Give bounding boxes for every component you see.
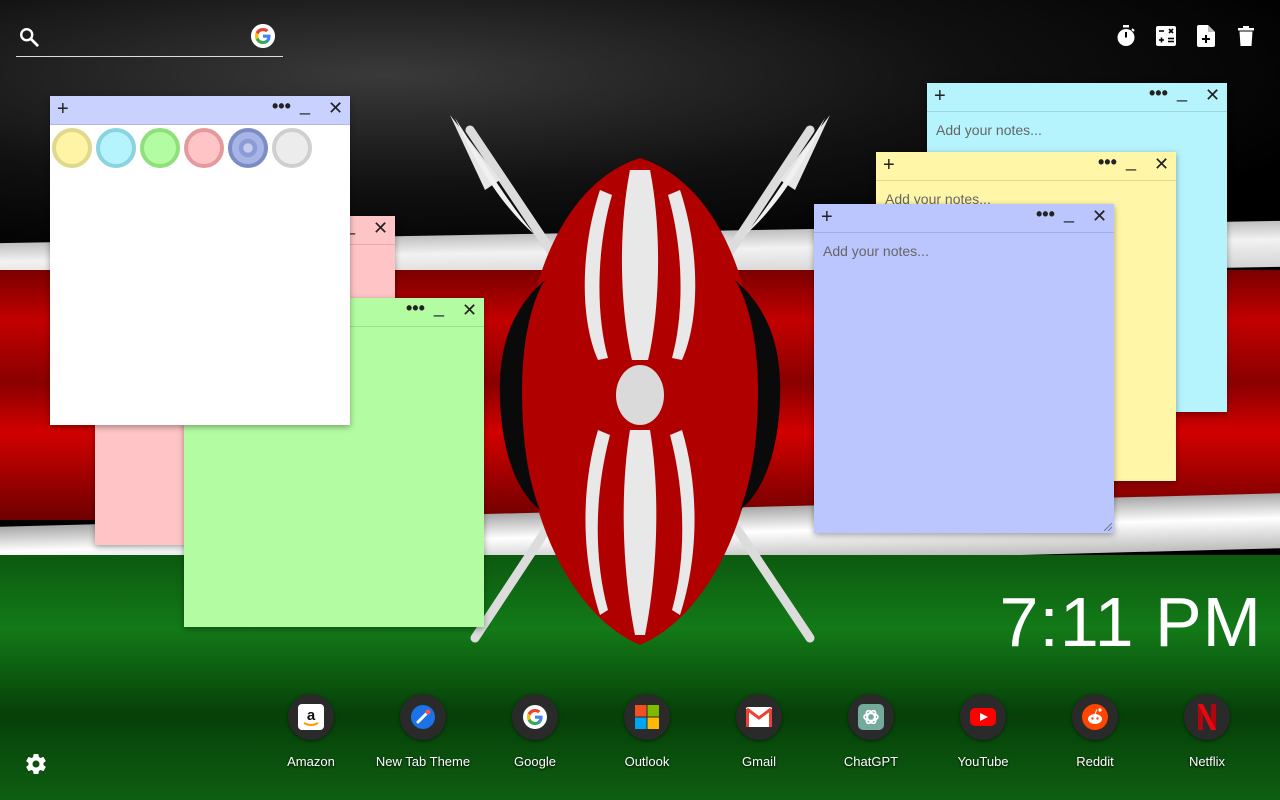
color-swatch-cyan[interactable] <box>96 128 136 168</box>
reddit-icon <box>1082 704 1108 730</box>
close-button[interactable]: ✕ <box>373 218 388 239</box>
close-button[interactable]: ✕ <box>328 98 343 119</box>
menu-button[interactable]: ••• <box>1098 152 1117 173</box>
color-swatch-pink[interactable] <box>184 128 224 168</box>
menu-button[interactable]: ••• <box>1036 204 1055 225</box>
color-swatch-yellow[interactable] <box>52 128 92 168</box>
minimize-button[interactable]: _ <box>434 297 444 318</box>
amazon-icon: a <box>298 704 324 730</box>
shortcut-reddit[interactable]: Reddit <box>1039 694 1151 769</box>
menu-button[interactable]: ••• <box>272 96 291 117</box>
shortcut-label: Google <box>514 754 556 769</box>
note-titlebar[interactable]: + ••• _ ✕ <box>50 95 350 125</box>
youtube-icon <box>970 708 996 726</box>
close-button[interactable]: ✕ <box>462 300 477 321</box>
shortcut-youtube[interactable]: YouTube <box>927 694 1039 769</box>
menu-button[interactable]: ••• <box>406 298 425 319</box>
minimize-button[interactable]: _ <box>300 95 310 116</box>
shortcut-label: Gmail <box>742 754 776 769</box>
maasai-shield-emblem <box>450 115 830 645</box>
trash-icon[interactable] <box>1236 24 1256 48</box>
close-button[interactable]: ✕ <box>1154 154 1169 175</box>
calculator-icon[interactable] <box>1156 24 1176 48</box>
google-icon <box>523 705 547 729</box>
search-bar <box>16 24 283 57</box>
menu-button[interactable]: ••• <box>1149 83 1168 104</box>
new-tab-theme-icon <box>411 705 435 729</box>
shortcut-new-tab-theme[interactable]: New Tab Theme <box>367 694 479 769</box>
close-button[interactable]: ✕ <box>1092 206 1107 227</box>
gmail-icon <box>746 707 772 727</box>
chatgpt-icon <box>858 704 884 730</box>
add-note-button[interactable]: + <box>934 85 946 107</box>
note-titlebar[interactable]: + ••• _ ✕ <box>927 82 1227 112</box>
sticky-note-periwinkle[interactable]: + ••• _ ✕ Add your notes... <box>814 203 1114 533</box>
note-titlebar[interactable]: + ••• _ ✕ <box>814 203 1114 233</box>
note-titlebar[interactable]: + ••• _ ✕ <box>876 151 1176 181</box>
new-note-icon[interactable] <box>1196 24 1216 48</box>
add-note-button[interactable]: + <box>821 206 833 228</box>
add-note-button[interactable]: + <box>57 98 69 120</box>
color-swatch-gray[interactable] <box>272 128 312 168</box>
shortcut-netflix[interactable]: Netflix <box>1151 694 1263 769</box>
clock: 7:11 PM <box>999 583 1262 661</box>
toolbar <box>1116 24 1256 48</box>
shortcut-label: Netflix <box>1188 754 1226 769</box>
shortcut-label: Reddit <box>1076 754 1114 769</box>
search-input[interactable] <box>50 24 254 52</box>
netflix-icon <box>1198 704 1216 730</box>
shortcut-label: Outlook <box>624 754 670 769</box>
color-swatch-green[interactable] <box>140 128 180 168</box>
shortcut-amazon[interactable]: a Amazon <box>255 694 367 769</box>
shortcut-outlook[interactable]: Outlook <box>591 694 703 769</box>
sticky-note-white[interactable]: + ••• _ ✕ <box>50 95 350 425</box>
shortcut-label: New Tab Theme <box>375 754 471 769</box>
note-text-area[interactable]: Add your notes... <box>814 233 1114 269</box>
shortcut-label: Amazon <box>287 754 335 769</box>
minimize-button[interactable]: _ <box>1064 203 1074 224</box>
color-palette <box>50 125 350 171</box>
shortcut-chatgpt[interactable]: ChatGPT <box>815 694 927 769</box>
minimize-button[interactable]: _ <box>1126 151 1136 172</box>
shortcut-label: YouTube <box>957 754 1009 769</box>
svg-text:a: a <box>307 707 316 724</box>
google-search-icon[interactable] <box>251 24 275 48</box>
outlook-icon <box>635 705 659 729</box>
minimize-button[interactable]: _ <box>1177 82 1187 103</box>
search-icon[interactable] <box>18 26 40 48</box>
shortcut-label: ChatGPT <box>843 754 899 769</box>
note-text-area[interactable]: Add your notes... <box>927 112 1227 148</box>
close-button[interactable]: ✕ <box>1205 85 1220 106</box>
shortcut-gmail[interactable]: Gmail <box>703 694 815 769</box>
gear-icon[interactable] <box>24 752 48 776</box>
shortcut-google[interactable]: Google <box>479 694 591 769</box>
color-swatch-periwinkle[interactable] <box>228 128 268 168</box>
resize-handle-icon[interactable] <box>1104 523 1112 531</box>
timer-icon[interactable] <box>1116 24 1136 48</box>
add-note-button[interactable]: + <box>883 154 895 176</box>
